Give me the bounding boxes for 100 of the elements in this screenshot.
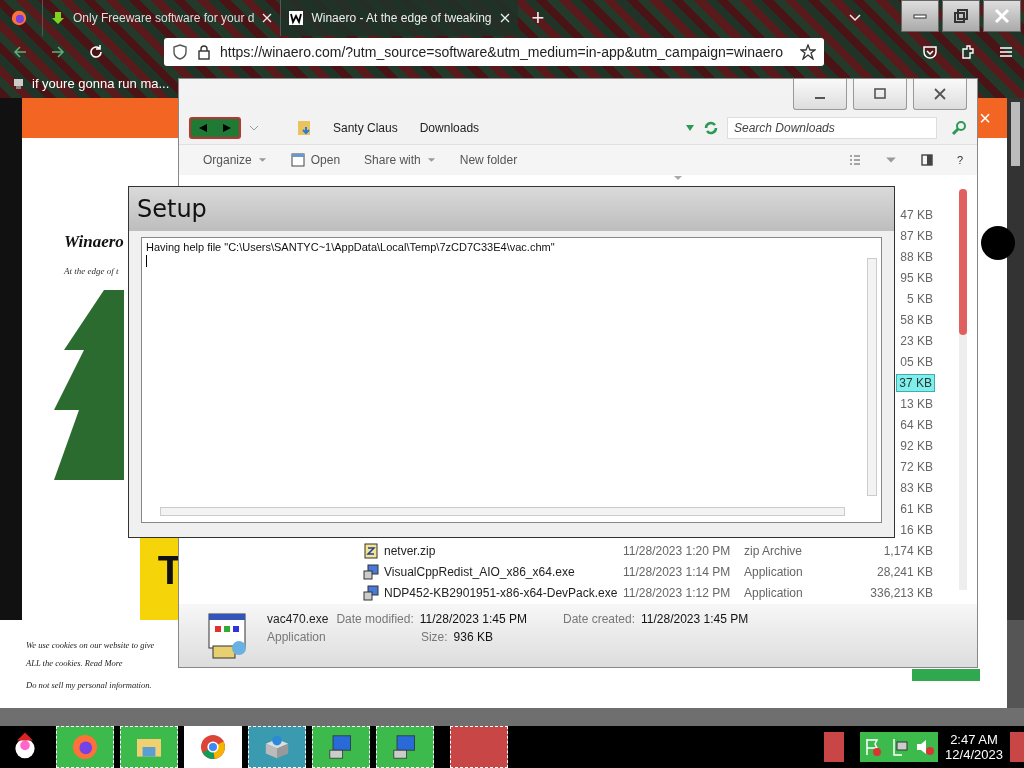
installer-icon (205, 611, 249, 660)
file-size: 37 KB (896, 374, 935, 393)
new-tab-button[interactable]: + (531, 5, 545, 31)
maximize-icon (872, 86, 888, 102)
file-name: NDP452-KB2901951-x86-x64-DevPack.exe (384, 586, 618, 601)
scrollbar[interactable] (1007, 98, 1024, 620)
field-label: Date created: (562, 611, 635, 626)
file-date: 11/28/2023 1:14 PM (623, 565, 731, 580)
horizontal-scrollbar[interactable] (160, 507, 845, 516)
horizontal-scrollbar[interactable] (0, 708, 1024, 726)
breadcrumb-item[interactable]: Downloads (419, 121, 480, 136)
zip-file-icon (363, 543, 379, 560)
field-label: Size: (420, 629, 448, 644)
toolbar-button[interactable]: New folder (459, 152, 518, 167)
chrome-taskbar-icon[interactable] (184, 726, 242, 768)
browser-tab[interactable]: Winaero - At the edge of tweaking (280, 0, 518, 36)
taskbar-tile[interactable] (824, 732, 844, 762)
help-button[interactable]: ? (956, 153, 963, 166)
browser-taskbar-icon[interactable] (56, 726, 114, 768)
extensions-icon[interactable] (960, 44, 976, 60)
back-button[interactable] (191, 119, 215, 138)
back-arrow-icon[interactable] (12, 44, 28, 60)
taskbar-tile[interactable] (1010, 732, 1024, 762)
log-textbox[interactable]: Having help file "C:\Users\SANTYC~1\AppData\Local\Temp\7zCD7C33E4\vac.chm" (141, 237, 882, 523)
breadcrumb-item[interactable]: Santy Claus (333, 121, 398, 136)
installer-icon (363, 564, 379, 581)
reload-icon[interactable] (88, 44, 104, 60)
circle-shape (981, 226, 1015, 260)
file-size: 64 KB (899, 417, 934, 434)
file-size: 16 KB (899, 522, 934, 539)
file-size: 58 KB (899, 312, 934, 329)
cookie-text: ALL the cookies. Read More (26, 657, 123, 670)
maximize-button[interactable] (853, 79, 907, 110)
caret-icon (426, 156, 436, 163)
file-size: 95 KB (899, 270, 934, 287)
url-field[interactable]: https://winaero.com/?utm_source=software&utm_medium=in-app&utm_campaign=winaero (164, 38, 824, 66)
toolbar-button[interactable]: Open (290, 152, 341, 167)
file-row[interactable]: netver.zip 11/28/2023 1:20 PM zip Archive 1,174 KB (179, 540, 961, 562)
forward-button[interactable] (215, 119, 239, 138)
toolbar-button[interactable]: Organize (203, 152, 267, 167)
forward-arrow-icon[interactable] (50, 44, 66, 60)
file-type: Application (744, 565, 803, 580)
file-size: 83 KB (899, 480, 934, 497)
file-type: Application (267, 629, 327, 644)
search-icon[interactable] (951, 120, 967, 137)
folder-taskbar-icon[interactable] (120, 726, 178, 768)
scrollbar[interactable] (867, 258, 877, 496)
close-button[interactable] (913, 79, 967, 110)
file-row[interactable]: NDP452-KB2901951-x86-x64-DevPack.exe 11/28/2023 1:12 PM Application 336,213 KB (179, 582, 961, 604)
speaker-icon[interactable] (915, 737, 935, 757)
file-size: 28,241 KB (875, 564, 934, 581)
package-taskbar-icon[interactable] (248, 726, 306, 768)
browser-logo-icon[interactable] (10, 9, 28, 27)
close-icon[interactable] (262, 13, 273, 23)
file-size: 23 KB (899, 333, 934, 350)
file-size: 336,213 KB (869, 585, 934, 602)
refresh-icon[interactable] (703, 120, 719, 137)
chevron-down-icon[interactable] (849, 14, 861, 22)
site-logo-icon (289, 11, 304, 25)
computer-taskbar-icon[interactable] (376, 726, 434, 768)
star-icon[interactable] (800, 44, 816, 60)
restore-icon (953, 8, 969, 24)
menu-icon[interactable] (998, 44, 1014, 60)
field-label: Date modified: (336, 611, 414, 626)
close-icon[interactable] (499, 13, 510, 23)
minimize-button[interactable] (793, 79, 847, 110)
dialog-title: Setup (137, 195, 207, 223)
toolbar-button[interactable]: Share with (364, 152, 436, 167)
log-text: Having help file "C:\Users\SANTYC~1\AppData\Local\Temp\7zCD7C33E4\vac.chm" (146, 241, 556, 253)
sort-arrow-icon[interactable] (673, 174, 683, 181)
pocket-icon[interactable] (922, 44, 938, 60)
file-row[interactable]: VisualCppRedist_AIO_x86_x64.exe 11/28/2023 1:14 PM Application 28,241 KB (179, 561, 961, 583)
minimize-button[interactable] (901, 0, 939, 32)
restore-button[interactable] (942, 0, 980, 32)
computer-icon (12, 76, 26, 90)
clock[interactable]: 2:47 AM 12/4/2023 (944, 732, 1004, 762)
preview-pane-icon[interactable] (920, 153, 933, 166)
computer-taskbar-icon[interactable] (312, 726, 370, 768)
dropdown-arrow-icon[interactable] (685, 124, 695, 133)
file-name: netver.zip (384, 544, 436, 559)
field-value: 936 KB (453, 629, 493, 644)
close-button[interactable] (983, 0, 1021, 32)
cookie-text: We use cookies on our website to give (26, 639, 155, 652)
file-date: 11/28/2023 1:20 PM (623, 544, 731, 559)
caret-icon (257, 156, 267, 163)
file-size: 13 KB (899, 396, 934, 413)
file-type: Application (744, 586, 803, 601)
taskbar-tile[interactable] (450, 726, 508, 768)
file-name: vac470.exe (267, 611, 329, 626)
scrollbar[interactable] (959, 188, 967, 590)
file-size: 5 KB (906, 291, 934, 308)
shield-icon (172, 44, 188, 60)
file-date: 11/28/2023 1:12 PM (623, 586, 731, 601)
flag-icon[interactable] (863, 737, 883, 757)
system-tray[interactable] (860, 732, 938, 762)
close-icon (994, 8, 1010, 24)
installer-icon (363, 585, 379, 602)
file-size: 47 KB (899, 207, 934, 224)
search-field[interactable]: Search Downloads (727, 117, 937, 140)
download-arrow-icon (51, 11, 65, 25)
